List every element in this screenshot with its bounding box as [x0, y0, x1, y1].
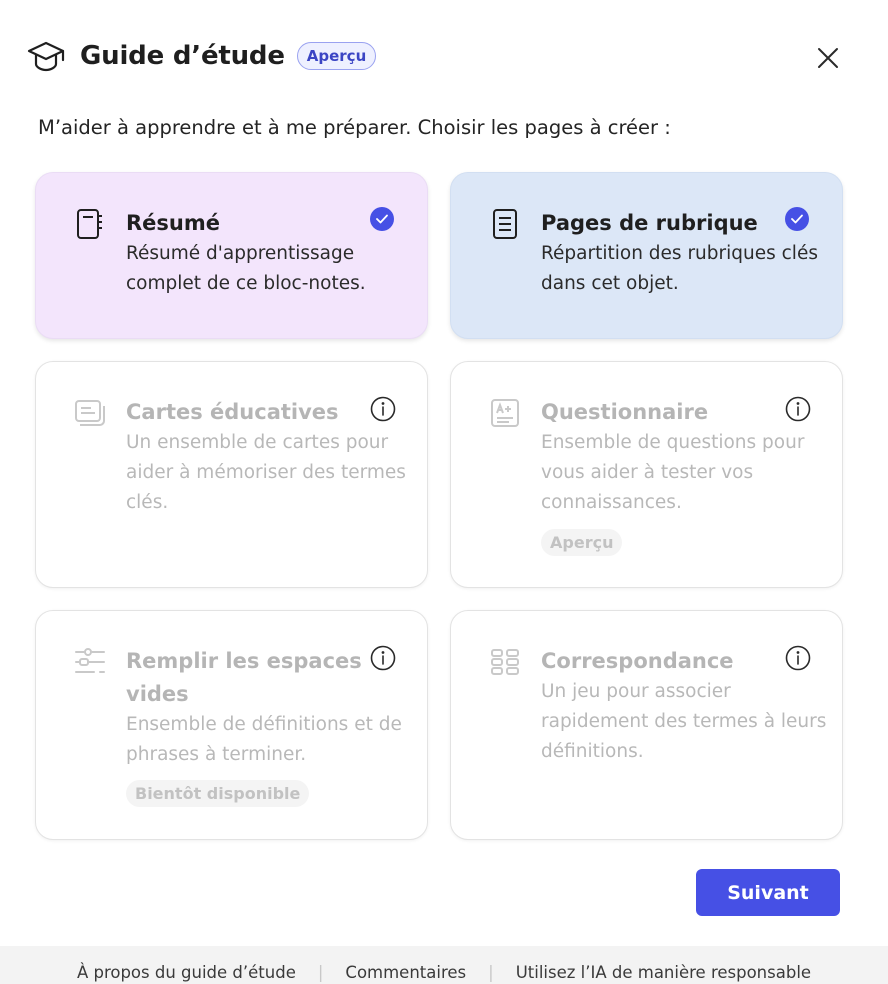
next-button[interactable]: Suivant: [696, 869, 840, 916]
card-description: Résumé d'apprentissage complet de ce blo…: [126, 243, 366, 294]
quiz-icon: [489, 396, 521, 430]
about-link[interactable]: À propos du guide d’étude: [77, 963, 296, 982]
card-description: Ensemble de questions pour vous aider à …: [541, 432, 805, 513]
option-card-fill-blanks: Remplir les espaces vides Ensemble de dé…: [35, 610, 428, 840]
card-title: Questionnaire: [541, 400, 709, 424]
card-description: Un jeu pour associer rapidement des term…: [541, 681, 827, 762]
info-icon[interactable]: [785, 645, 811, 671]
responsible-ai-link[interactable]: Utilisez l’IA de manière responsable: [516, 963, 811, 982]
footer-separator: |: [317, 962, 324, 982]
preview-tag: Aperçu: [541, 529, 623, 556]
graduation-cap-icon: [26, 36, 66, 76]
close-button[interactable]: [812, 42, 844, 74]
document-lines-icon: [489, 207, 521, 241]
notebook-icon: [74, 207, 106, 241]
checkmark-icon: [785, 207, 809, 231]
checkmark-icon: [370, 207, 394, 231]
card-title: Remplir les espaces vides: [126, 649, 362, 706]
dialog-title: Guide d’étude: [80, 41, 285, 71]
fill-blanks-icon: [74, 645, 106, 679]
dialog-header: Guide d’étude Aperçu: [26, 36, 377, 76]
footer: À propos du guide d’étude | Commentaires…: [0, 946, 888, 984]
card-title: Cartes éducatives: [126, 400, 339, 424]
feedback-link[interactable]: Commentaires: [345, 963, 466, 982]
dialog-subtitle: M’aider à apprendre et à me préparer. Ch…: [38, 116, 671, 139]
coming-soon-tag: Bientôt disponible: [126, 780, 310, 807]
option-card-quiz: Questionnaire Ensemble de questions pour…: [450, 361, 843, 588]
card-title: Pages de rubrique: [541, 211, 758, 235]
info-icon[interactable]: [785, 396, 811, 422]
option-card-resume[interactable]: Résumé Résumé d'apprentissage complet de…: [35, 172, 428, 339]
close-icon: [818, 48, 838, 68]
option-card-flashcards: Cartes éducatives Un ensemble de cartes …: [35, 361, 428, 588]
option-card-topic-pages[interactable]: Pages de rubrique Répartition des rubriq…: [450, 172, 843, 339]
info-icon[interactable]: [370, 645, 396, 671]
matching-icon: [489, 645, 521, 679]
preview-badge: Aperçu: [296, 42, 377, 70]
info-icon[interactable]: [370, 396, 396, 422]
card-title: Correspondance: [541, 649, 734, 673]
footer-separator: |: [488, 962, 494, 982]
card-title: Résumé: [126, 211, 220, 235]
option-card-matching: Correspondance Un jeu pour associer rapi…: [450, 610, 843, 840]
card-description: Ensemble de définitions et de phrases à …: [126, 714, 402, 765]
card-description: Répartition des rubriques clés dans cet …: [541, 243, 818, 294]
flashcards-icon: [74, 396, 106, 430]
card-description: Un ensemble de cartes pour aider à mémor…: [126, 432, 406, 513]
